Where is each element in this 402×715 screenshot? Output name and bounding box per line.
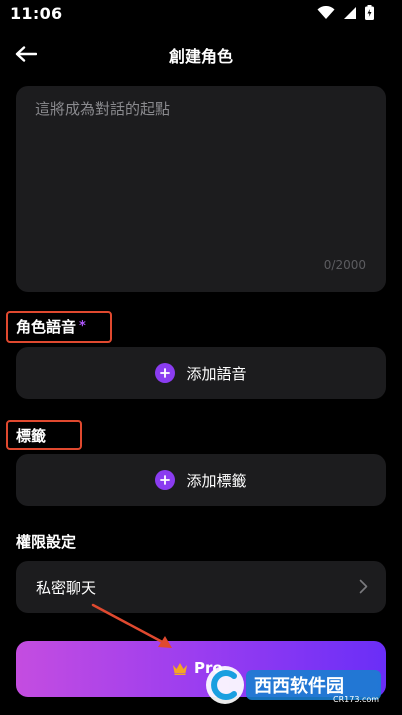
add-voice-label: 添加語音 bbox=[186, 364, 247, 383]
dialog-textarea[interactable]: 這將成為對話的起點 0/2000 bbox=[16, 86, 386, 292]
char-count: 0/2000 bbox=[323, 258, 366, 272]
permissions-label: 權限設定 bbox=[16, 533, 77, 551]
textarea-placeholder: 這將成為對話的起點 bbox=[35, 100, 171, 118]
signal-icon bbox=[344, 6, 356, 19]
plus-icon bbox=[155, 363, 176, 383]
required-star: * bbox=[79, 319, 86, 334]
voice-label-text: 角色語音 bbox=[16, 318, 77, 336]
wifi-icon bbox=[317, 5, 335, 19]
add-tag-label: 添加標籤 bbox=[186, 471, 247, 490]
battery-icon bbox=[365, 5, 374, 20]
privacy-setting-row[interactable]: 私密聊天 bbox=[16, 561, 386, 613]
plus-icon bbox=[155, 470, 176, 490]
app-bar: 創建角色 bbox=[0, 34, 402, 74]
add-voice-button[interactable]: 添加語音 bbox=[16, 347, 386, 399]
watermark-logo: 西西软件园 CR173.com bbox=[200, 664, 385, 706]
voice-section-label: 角色語音 * bbox=[16, 316, 86, 337]
watermark-sub: CR173.com bbox=[333, 695, 379, 704]
privacy-value: 私密聊天 bbox=[36, 579, 97, 597]
chevron-right-icon bbox=[359, 579, 368, 594]
crown-icon bbox=[173, 662, 187, 675]
watermark-text: 西西软件园 bbox=[254, 675, 344, 697]
status-time: 11:06 bbox=[10, 4, 63, 23]
status-icons bbox=[317, 5, 374, 20]
status-bar: 11:06 bbox=[0, 0, 402, 28]
page-title: 創建角色 bbox=[168, 47, 233, 66]
tag-section-label: 標籤 bbox=[16, 427, 47, 445]
add-tag-button[interactable]: 添加標籤 bbox=[16, 454, 386, 506]
